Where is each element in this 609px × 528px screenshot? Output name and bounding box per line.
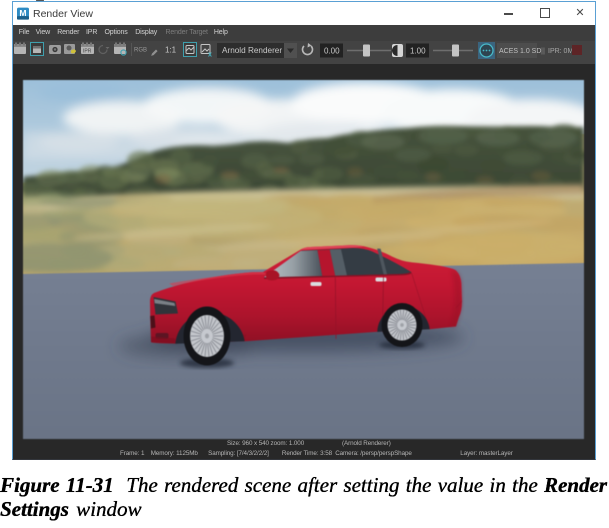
svg-text:ACES 1.0 SD: ACES 1.0 SD bbox=[499, 48, 541, 55]
svg-text:RGB: RGB bbox=[134, 48, 147, 54]
svg-text:0.00: 0.00 bbox=[324, 47, 340, 56]
svg-text:Arnold Renderer: Arnold Renderer bbox=[222, 46, 282, 55]
svg-text:IPR: IPR bbox=[83, 49, 92, 55]
svg-text:M: M bbox=[19, 8, 26, 18]
svg-text:1:1: 1:1 bbox=[165, 46, 177, 55]
svg-text:x: x bbox=[208, 52, 212, 59]
svg-text:1.00: 1.00 bbox=[410, 47, 426, 56]
svg-text:||: || bbox=[541, 46, 545, 55]
